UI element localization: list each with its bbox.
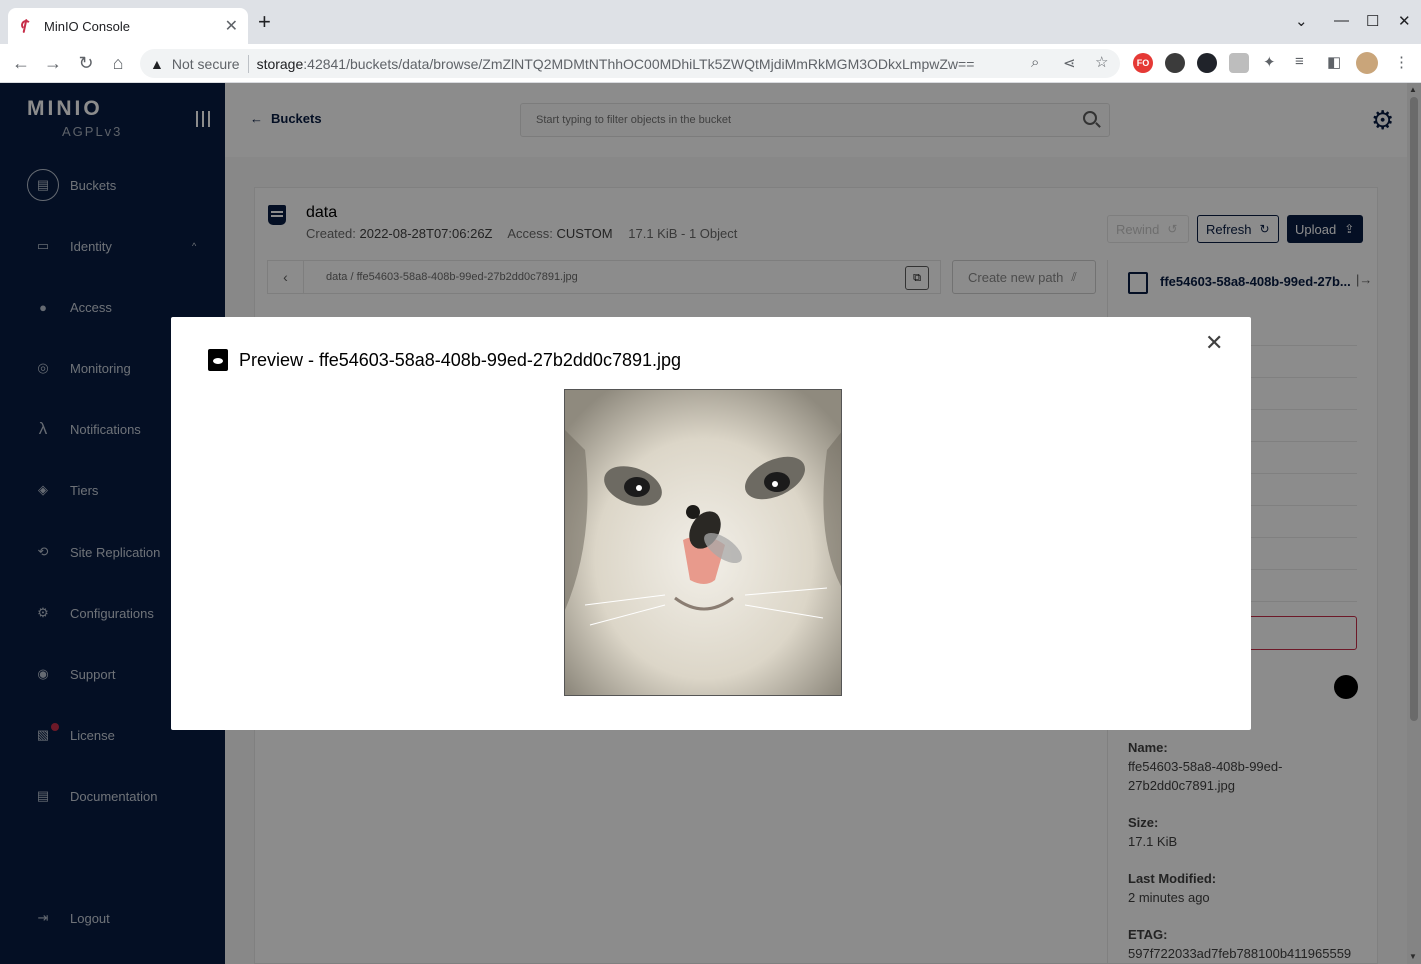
not-secure-label: Not secure (171, 55, 240, 72)
minimize-icon[interactable]: — (1334, 12, 1349, 29)
media-control-icon[interactable]: ≡ (1295, 53, 1304, 70)
image-preview (564, 389, 842, 696)
modal-title: Preview - ffe54603-58a8-408b-99ed-27b2dd… (239, 350, 682, 370)
react-extension-icon[interactable] (1197, 53, 1217, 73)
side-panel-icon[interactable]: ◧ (1327, 53, 1341, 71)
browser-tab-bar: MinIO Console ✕ + ⌄ — ☐ ✕ (0, 0, 1421, 44)
address-bar[interactable]: ▲ Not secure storage:42841/buckets/data/… (140, 49, 1120, 78)
tab-search-icon[interactable]: ⌄ (1295, 12, 1308, 30)
zoom-icon[interactable]: ⌕ (1031, 54, 1039, 71)
browser-tab[interactable]: MinIO Console ✕ (8, 8, 248, 44)
share-icon[interactable]: ⋖ (1063, 54, 1076, 72)
shield-extension-icon[interactable] (1229, 53, 1249, 73)
close-window-icon[interactable]: ✕ (1398, 12, 1411, 30)
browser-menu-icon[interactable]: ⋮ (1394, 53, 1409, 71)
back-icon[interactable]: ← (10, 52, 32, 74)
close-icon[interactable]: ✕ (1205, 332, 1223, 354)
bookmark-star-icon[interactable]: ☆ (1095, 53, 1108, 71)
leaf-extension-icon[interactable] (1165, 53, 1185, 73)
cat-photo (565, 390, 841, 695)
new-tab-icon[interactable]: + (258, 11, 271, 33)
forward-icon[interactable]: → (42, 52, 64, 74)
url-text: storage:42841/buckets/data/browse/ZmZlNT… (256, 55, 975, 72)
profile-avatar[interactable] (1356, 52, 1378, 74)
browser-toolbar: ← → ↻ ⌂ ▲ Not secure storage:42841/bucke… (0, 44, 1421, 83)
maximize-icon[interactable]: ☐ (1366, 12, 1379, 30)
divider (247, 54, 249, 73)
home-icon[interactable]: ⌂ (107, 52, 129, 74)
extensions-puzzle-icon[interactable]: ✦ (1263, 53, 1276, 71)
fo-extension-icon[interactable]: FO (1133, 53, 1153, 73)
preview-eye-icon (208, 349, 228, 371)
close-tab-icon[interactable]: ✕ (225, 16, 238, 36)
reload-icon[interactable]: ↻ (75, 52, 97, 74)
preview-modal: Preview - ffe54603-58a8-408b-99ed-27b2dd… (171, 317, 1251, 730)
minio-favicon-icon (18, 18, 34, 34)
warning-icon: ▲ (150, 55, 164, 72)
tab-title: MinIO Console (44, 18, 130, 34)
